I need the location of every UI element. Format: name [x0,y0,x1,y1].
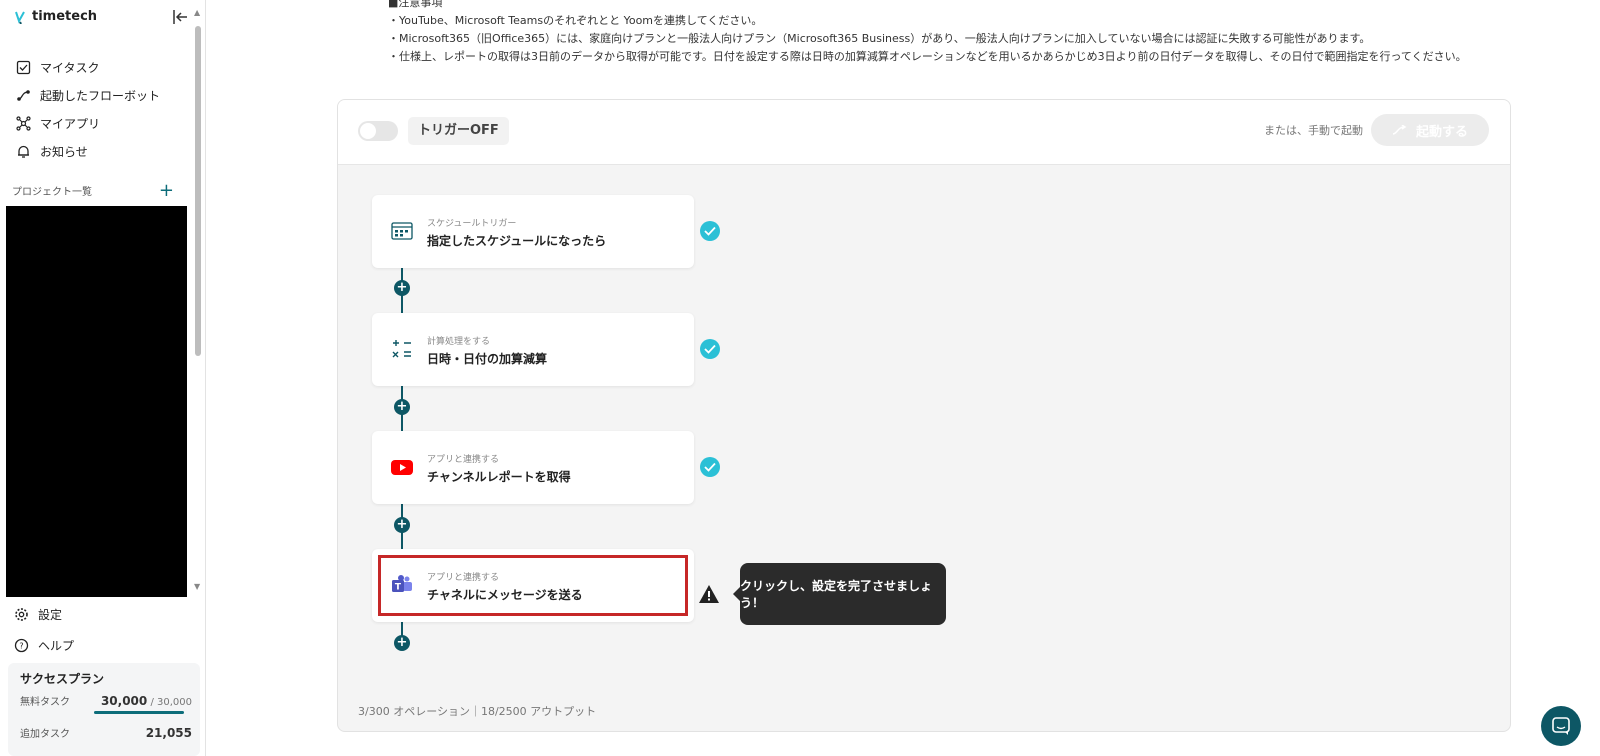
sidebar-scrollbar[interactable]: ▲ ▼ [194,8,203,591]
plan-title: サクセスプラン [20,672,105,686]
scroll-thumb[interactable] [195,26,201,356]
free-tasks-label: 無料タスク [20,697,70,708]
youtube-icon [391,460,413,475]
check-icon [700,457,720,477]
notes: ■注意事項 ・YouTube、Microsoft Teamsのそれぞれとと Yo… [388,0,1467,66]
run-icon [1392,125,1407,135]
toggle-knob [360,123,376,139]
nav-item-label: お知らせ [40,144,88,159]
note-line: ・YouTube、Microsoft Teamsのそれぞれとと Yoomを連携し… [388,14,763,27]
step-title: チャネルにメッセージを送る [427,588,583,602]
chat-icon [1552,717,1570,735]
notes-heading: ■注意事項 [388,0,443,9]
add-project-icon[interactable]: + [159,181,174,199]
nav-item-help[interactable]: ? ヘルプ [14,630,74,661]
scroll-down-icon[interactable]: ▼ [194,582,200,591]
sidebar: timetech ▲ ▼ マイタスク 起動したフローボット マイアプリ お知らせ… [0,0,206,756]
sidebar-nav: マイタスク 起動したフローボット マイアプリ お知らせ [16,53,160,165]
scroll-up-icon[interactable]: ▲ [194,8,200,17]
extra-tasks-row: 追加タスク 21,055 [20,725,192,740]
tooltip-text: クリックし、設定を完了させましょう！ [740,579,933,610]
chat-button[interactable] [1541,706,1581,746]
step-title: チャンネルレポートを取得 [427,470,571,484]
projects-heading: プロジェクト一覧 [12,187,92,198]
extra-tasks-label: 追加タスク [20,729,70,740]
usage-stats: 3/300 オペレーション｜18/2500 アウトプット [358,705,597,718]
flow-panel: トリガーOFF または、手動で起動 起動する スケジュールトリガー 指定したスケ… [337,99,1511,732]
flow-step-schedule[interactable]: スケジュールトリガー 指定したスケジュールになったら [372,195,694,268]
nav-item-flowbots[interactable]: 起動したフローボット [16,81,160,109]
project-list[interactable] [6,206,187,597]
check-icon [700,339,720,359]
brand[interactable]: timetech [14,9,97,24]
warning-icon [699,585,719,603]
step-title: 指定したスケジュールになったら [427,234,607,248]
nav-item-label: 起動したフローボット [40,88,161,103]
step-category: アプリと連携する [427,455,500,465]
add-step-button[interactable]: + [394,399,410,415]
flow-step-youtube[interactable]: アプリと連携する チャンネルレポートを取得 [372,431,694,504]
nav-item-label: マイアプリ [40,116,101,131]
teams-icon: T [392,575,412,593]
nav-item-my-tasks[interactable]: マイタスク [16,53,160,81]
brand-name: timetech [32,9,98,24]
nav-item-my-apps[interactable]: マイアプリ [16,109,160,137]
manual-run-label: または、手動で起動 [1264,124,1363,137]
nav-item-label: ヘルプ [38,639,75,653]
help-icon: ? [14,638,29,653]
run-button-label: 起動する [1415,123,1468,139]
calculator-icon [392,340,411,358]
nav-item-settings[interactable]: 設定 [14,599,74,630]
free-tasks-progress [94,711,184,714]
add-step-button[interactable]: + [394,517,410,533]
brand-logo-icon [15,11,25,24]
apps-icon [16,115,31,131]
step-category: アプリと連携する [427,573,500,583]
setup-tooltip: クリックし、設定を完了させましょう！ [733,563,946,625]
gear-icon [15,608,28,621]
flow-step-calculation[interactable]: 計算処理をする 日時・日付の加算減算 [372,313,694,386]
note-line: ・Microsoft365（旧Office365）には、家庭向けプランと一般法人… [388,32,1371,45]
schedule-icon [391,222,413,240]
checkbox-icon [16,60,31,74]
check-icon [700,221,720,241]
free-tasks-used: 30,000 [100,694,148,708]
nav-item-label: マイタスク [40,60,100,75]
extra-tasks-value: 21,055 [145,726,192,740]
run-button[interactable]: 起動する [1371,114,1489,146]
free-tasks-row: 無料タスク 30,000 / 30,000 [20,693,192,708]
sidebar-bottom-nav: 設定 ? ヘルプ [14,599,74,661]
add-step-button[interactable]: + [394,280,410,296]
free-tasks-total: / 30,000 [150,697,192,708]
flowbot-icon [17,89,30,101]
nav-item-notices[interactable]: お知らせ [16,137,160,165]
trigger-status-label: トリガーOFF [408,117,509,145]
step-category: 計算処理をする [427,337,491,347]
trigger-toggle[interactable] [358,121,398,141]
flow-step-teams[interactable]: T アプリと連携する チャネルにメッセージを送る [372,549,694,622]
nav-item-label: 設定 [38,608,63,622]
add-step-button[interactable]: + [394,635,410,651]
plan-card: サクセスプラン 無料タスク 30,000 / 30,000 追加タスク 21,0… [8,663,200,756]
collapse-sidebar-icon[interactable] [172,8,190,26]
svg-text:T: T [395,583,402,593]
svg-text:?: ? [19,642,23,651]
projects-header: プロジェクト一覧 + [12,181,174,199]
bell-icon [18,145,29,158]
note-line: ・仕様上、レポートの取得は3日前のデータから取得が可能です。日付を設定する際は日… [388,50,1467,63]
step-category: スケジュールトリガー [427,219,517,229]
flow-header: トリガーOFF または、手動で起動 起動する [338,100,1510,165]
step-title: 日時・日付の加算減算 [427,352,548,366]
